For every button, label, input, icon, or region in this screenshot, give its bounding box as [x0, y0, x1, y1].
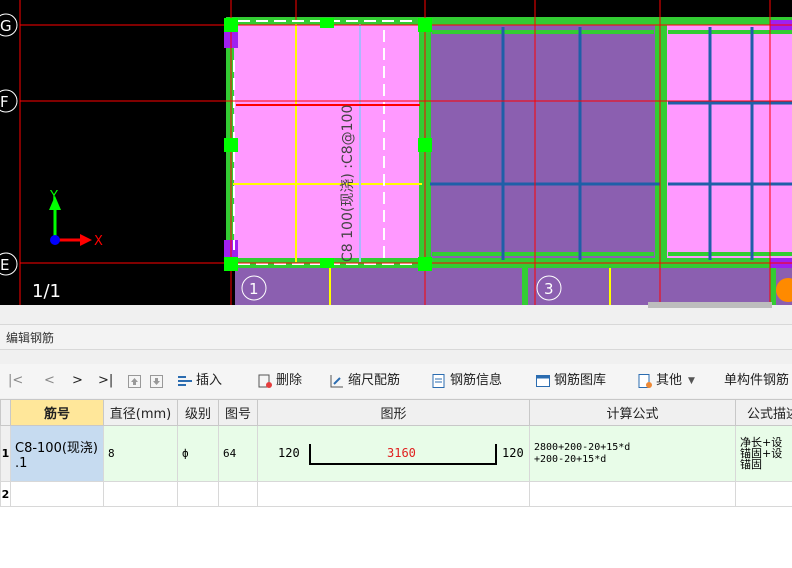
slab-panel-right[interactable]	[665, 20, 792, 265]
other-dropdown[interactable]: 其他 ▼	[638, 364, 695, 398]
bar-number-cell[interactable]: C8-100(现浇) .1	[10, 425, 104, 482]
shape-left-length: 120	[278, 445, 300, 460]
shape-right-length: 120	[502, 445, 524, 460]
slab-panel-left[interactable]	[230, 20, 425, 265]
table-header: 筋号 直径(mm) 级别 图号 图形 计算公式 公式描述	[0, 399, 792, 426]
diameter-cell[interactable]: 8	[103, 425, 178, 482]
formula-line-2: +200-20+15*d	[534, 453, 607, 465]
empty-cell[interactable]	[735, 481, 792, 507]
shape-cell[interactable]: 120 3160 120	[257, 425, 530, 482]
toolbar: |< < > >| 插入 删除 缩尺配筋 钢筋信息 钢筋图库 其他 ▼ 单构件钢…	[0, 364, 792, 398]
scale-icon	[330, 375, 343, 388]
empty-cell[interactable]	[218, 481, 258, 507]
cad-viewport[interactable]: G F E 1 3 Y X 1/1 C8 100(现浇) :C8@100	[0, 0, 792, 305]
description-cell[interactable]: 净长+设 锚固+设 锚固	[735, 425, 792, 482]
empty-cell[interactable]	[177, 481, 219, 507]
row-number[interactable]: 2	[0, 481, 11, 507]
last-button[interactable]: >|	[98, 364, 113, 398]
shape-mid-length: 3160	[387, 445, 416, 460]
rebar-annotation[interactable]: C8 100(现浇) :C8@100	[340, 105, 356, 262]
insert-label: 插入	[196, 373, 223, 388]
chevron-down-icon: ▼	[688, 376, 695, 386]
delete-icon	[258, 374, 272, 388]
move-down-icon[interactable]	[150, 364, 163, 398]
formula-cell[interactable]: 2800+200-20+15*d +200-20+15*d	[529, 425, 736, 482]
rebar-table: 筋号 直径(mm) 级别 图号 图形 计算公式 公式描述 1 C8-100(现浇…	[0, 399, 792, 568]
x-axis-label: X	[94, 234, 103, 249]
axis-label-3: 3	[544, 280, 554, 298]
grade-cell[interactable]: ф	[177, 425, 219, 482]
axis-label-1: 1	[249, 280, 259, 298]
header-description[interactable]: 公式描述	[735, 399, 792, 426]
empty-cell[interactable]	[529, 481, 736, 507]
scale-rebar-button[interactable]: 缩尺配筋	[330, 364, 400, 398]
first-button[interactable]: |<	[8, 364, 23, 398]
header-bar-number[interactable]: 筋号	[10, 399, 104, 426]
formula-line-1: 2800+200-20+15*d	[534, 441, 631, 453]
row-number[interactable]: 1	[0, 425, 11, 482]
scale-label: 缩尺配筋	[348, 373, 401, 388]
slab-panel-bottom[interactable]	[235, 268, 792, 305]
header-shape[interactable]: 图形	[257, 399, 530, 426]
next-button[interactable]: >	[72, 364, 83, 398]
beam-right[interactable]	[655, 17, 667, 268]
header-formula[interactable]: 计算公式	[529, 399, 736, 426]
empty-cell[interactable]	[10, 481, 104, 507]
axis-label-f: F	[0, 93, 9, 111]
cad-drawing[interactable]: G F E 1 3 Y X 1/1 C8 100(现浇) :C8@100	[0, 0, 792, 305]
axis-label-e: E	[0, 256, 9, 274]
y-axis-label: Y	[49, 189, 58, 204]
rebar-info-label: 钢筋信息	[450, 373, 503, 388]
panel-title: 编辑钢筋	[0, 324, 792, 350]
insert-button[interactable]: 插入	[178, 364, 222, 398]
table-row[interactable]: 2	[0, 481, 792, 507]
header-diameter[interactable]: 直径(mm)	[103, 399, 178, 426]
delete-button[interactable]: 删除	[258, 364, 302, 398]
empty-cell[interactable]	[103, 481, 178, 507]
single-member-button[interactable]: 单构件钢筋	[724, 364, 789, 398]
empty-cell[interactable]	[257, 481, 530, 507]
page-label: 1/1	[32, 281, 61, 302]
figure-no-cell[interactable]: 64	[218, 425, 258, 482]
cad-scrollbar[interactable]	[648, 302, 772, 308]
rebar-library-button[interactable]: 钢筋图库	[536, 364, 606, 398]
insert-icon	[178, 376, 192, 386]
other-icon	[638, 374, 652, 388]
corner-cell[interactable]	[0, 399, 11, 426]
rebar-info-button[interactable]: 钢筋信息	[432, 364, 502, 398]
rebar-library-label: 钢筋图库	[554, 373, 607, 388]
delete-label: 删除	[276, 373, 303, 388]
header-grade[interactable]: 级别	[177, 399, 219, 426]
other-label: 其他	[656, 373, 683, 388]
library-icon	[536, 375, 550, 387]
prev-button[interactable]: <	[44, 364, 55, 398]
slab-panel-middle[interactable]	[425, 20, 665, 265]
info-icon	[432, 374, 445, 388]
header-figure-no[interactable]: 图号	[218, 399, 258, 426]
move-up-icon[interactable]	[128, 364, 141, 398]
axis-label-g: G	[0, 17, 12, 35]
table-row[interactable]: 1 C8-100(现浇) .1 8 ф 64 120 3160 120 2800…	[0, 425, 792, 482]
